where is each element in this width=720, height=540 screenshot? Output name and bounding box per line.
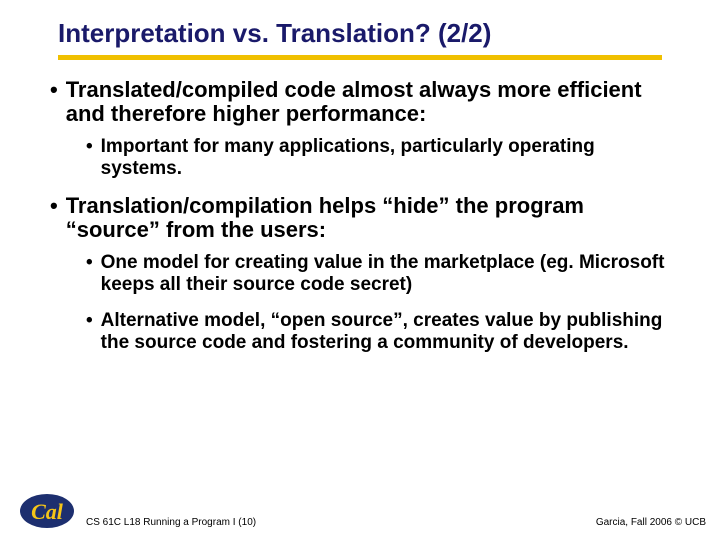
bullet-dot: • bbox=[50, 194, 58, 242]
bullet-text: Alternative model, “open source”, create… bbox=[101, 310, 670, 354]
footer: Cal CS 61C L18 Running a Program I (10) … bbox=[0, 492, 720, 530]
bullet-level1: • Translation/compilation helps “hide” t… bbox=[50, 194, 670, 242]
bullet-text: Important for many applications, particu… bbox=[101, 136, 670, 180]
bullet-text: Translated/compiled code almost always m… bbox=[66, 78, 670, 126]
bullet-level2: • Alternative model, “open source”, crea… bbox=[86, 310, 670, 354]
bullet-text: Translation/compilation helps “hide” the… bbox=[66, 194, 670, 242]
cal-logo-icon: Cal bbox=[18, 492, 76, 530]
svg-text:Cal: Cal bbox=[31, 499, 64, 524]
bullet-dot: • bbox=[50, 78, 58, 126]
bullet-level2: • Important for many applications, parti… bbox=[86, 136, 670, 180]
footer-right-text: Garcia, Fall 2006 © UCB bbox=[596, 517, 706, 528]
bullet-level2: • One model for creating value in the ma… bbox=[86, 252, 670, 296]
title-underline bbox=[58, 55, 662, 60]
slide: Interpretation vs. Translation? (2/2) • … bbox=[0, 0, 720, 540]
bullet-text: One model for creating value in the mark… bbox=[101, 252, 670, 296]
footer-left-text: CS 61C L18 Running a Program I (10) bbox=[86, 517, 596, 528]
bullet-dot: • bbox=[86, 136, 93, 180]
bullet-dot: • bbox=[86, 310, 93, 354]
bullet-level1: • Translated/compiled code almost always… bbox=[50, 78, 670, 126]
slide-title: Interpretation vs. Translation? (2/2) bbox=[30, 18, 690, 55]
slide-content: • Translated/compiled code almost always… bbox=[30, 78, 690, 354]
bullet-dot: • bbox=[86, 252, 93, 296]
